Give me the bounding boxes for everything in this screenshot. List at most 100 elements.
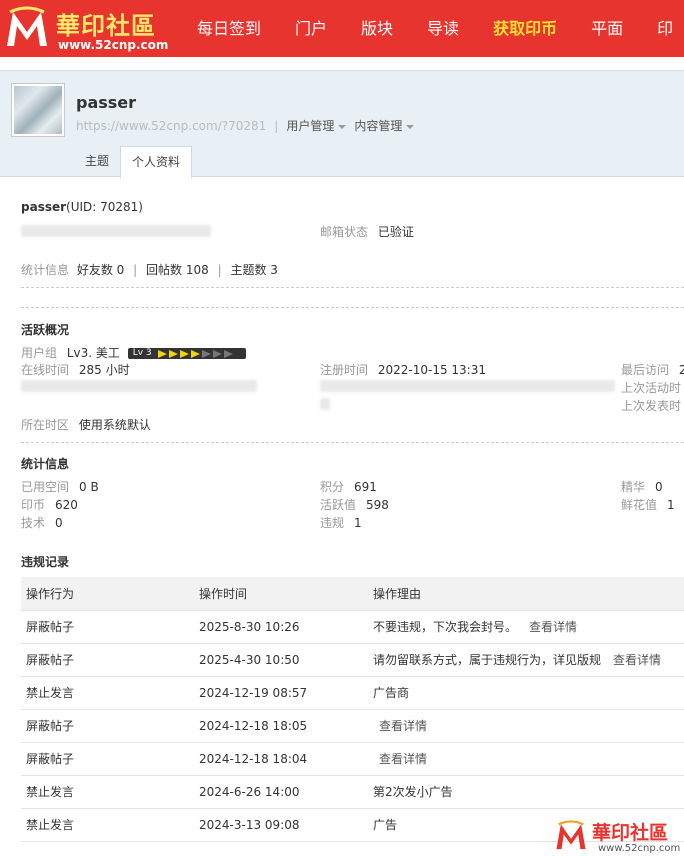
table-header-row: 操作行为 操作时间 操作理由 bbox=[21, 577, 684, 611]
group-label: 用户组 bbox=[21, 346, 58, 360]
group-value[interactable]: Lv3. 美工 bbox=[67, 346, 120, 360]
activeness-value: 598 bbox=[366, 498, 389, 512]
info-uid: (UID: 70281) bbox=[66, 200, 143, 214]
violation-label: 违规 bbox=[320, 516, 345, 530]
email-status-label: 邮箱状态 bbox=[320, 225, 369, 239]
redacted-field bbox=[21, 380, 257, 392]
row-reason: 请勿留联系方式，属于违规行为，详见版规 bbox=[373, 653, 602, 667]
m-logo-icon bbox=[7, 6, 47, 46]
divider bbox=[21, 287, 684, 288]
info-stats: 统计信息 好友数 0 | 回帖数 108 | 主题数 3 bbox=[21, 261, 278, 278]
points-label: 积分 bbox=[320, 480, 345, 494]
nav-item[interactable]: 平面 bbox=[574, 0, 640, 57]
row-reason: 广告商 bbox=[373, 686, 410, 700]
header-reason: 操作理由 bbox=[369, 577, 684, 611]
divider bbox=[21, 307, 684, 308]
user-manage-label: 用户管理 bbox=[286, 119, 335, 133]
threads-count[interactable]: 主题数 3 bbox=[230, 263, 277, 277]
view-detail-link[interactable]: 查看详情 bbox=[529, 620, 577, 634]
table-row: 屏蔽帖子 2024-12-18 18:04 查看详情 bbox=[21, 742, 684, 776]
row-time: 2025-8-30 10:26 bbox=[195, 610, 369, 644]
avatar-image bbox=[14, 86, 62, 134]
content-manage-label: 内容管理 bbox=[354, 119, 403, 133]
skill-label: 技术 bbox=[21, 516, 46, 530]
last-post-label: 上次发表时 bbox=[621, 399, 682, 413]
logo-text: 華印社區 bbox=[56, 11, 156, 40]
redacted-field bbox=[320, 398, 330, 410]
nav-item[interactable]: 获取印币 bbox=[476, 0, 574, 57]
chevron-icon bbox=[157, 350, 167, 358]
online-value: 285 小时 bbox=[78, 363, 130, 377]
activeness-label: 活跃值 bbox=[320, 498, 357, 512]
redacted-field bbox=[320, 380, 615, 392]
last-visit: 最后访问 2 bbox=[621, 361, 684, 378]
watermark-url: www.52cnp.com bbox=[598, 843, 681, 854]
separator: | bbox=[133, 263, 138, 277]
user-manage-menu[interactable]: 用户管理 bbox=[286, 117, 347, 134]
header-time: 操作时间 bbox=[195, 577, 369, 611]
timezone: 所在时区 使用系统默认 bbox=[21, 416, 151, 433]
row-time: 2024-12-18 18:04 bbox=[195, 742, 369, 776]
row-reason-cell: 不要违规，下次我会封号。 查看详情 bbox=[369, 610, 684, 644]
email-status: 邮箱状态 已验证 bbox=[320, 223, 414, 240]
row-time: 2024-12-18 18:05 bbox=[195, 709, 369, 743]
chevron-icon bbox=[179, 350, 189, 358]
email-status-value: 已验证 bbox=[377, 225, 414, 239]
row-action: 屏蔽帖子 bbox=[21, 643, 195, 677]
register-time: 注册时间 2022-10-15 13:31 bbox=[320, 361, 486, 378]
info-username: passer bbox=[21, 200, 67, 214]
space-value: 0 B bbox=[79, 480, 99, 494]
last-active-label: 上次活动时 bbox=[621, 381, 682, 395]
row-action: 屏蔽帖子 bbox=[21, 742, 195, 776]
row-time: 2024-3-13 09:08 bbox=[195, 808, 369, 842]
site-logo[interactable]: 華印社區 www.52cnp.com bbox=[4, 4, 174, 54]
register-label: 注册时间 bbox=[320, 363, 369, 377]
stats-label: 统计信息 bbox=[21, 263, 70, 277]
tab-threads[interactable]: 主题 bbox=[74, 146, 120, 178]
stat-activeness: 活跃值 598 bbox=[320, 496, 389, 513]
nav-item[interactable]: 每日签到 bbox=[180, 0, 278, 57]
row-time: 2025-4-30 10:50 bbox=[195, 643, 369, 677]
row-reason-cell: 请勿留联系方式，属于违规行为，详见版规 查看详情 bbox=[369, 643, 684, 677]
row-reason-cell: 查看详情 bbox=[369, 709, 684, 743]
profile-url[interactable]: https://www.52cnp.com/?70281 bbox=[76, 119, 266, 133]
stats-title: 统计信息 bbox=[21, 457, 70, 471]
avatar[interactable] bbox=[11, 83, 65, 137]
profile-username[interactable]: passer bbox=[76, 93, 136, 112]
flowers-label: 鲜花值 bbox=[621, 498, 658, 512]
stat-essence: 精华 0 bbox=[621, 478, 663, 495]
view-detail-link[interactable]: 查看详情 bbox=[379, 752, 427, 766]
row-time: 2024-6-26 14:00 bbox=[195, 775, 369, 809]
nav-item[interactable]: 版块 bbox=[344, 0, 410, 57]
view-detail-link[interactable]: 查看详情 bbox=[379, 719, 427, 733]
stat-skill: 技术 0 bbox=[21, 514, 63, 531]
space-label: 已用空间 bbox=[21, 480, 70, 494]
last-visit-value: 2 bbox=[678, 363, 684, 377]
coins-value: 620 bbox=[55, 498, 78, 512]
nav-item[interactable]: 门户 bbox=[278, 0, 344, 57]
online-time: 在线时间 285 小时 bbox=[21, 361, 130, 378]
tab-profile[interactable]: 个人资料 bbox=[120, 146, 193, 179]
last-visit-label: 最后访问 bbox=[621, 363, 670, 377]
view-detail-link[interactable]: 查看详情 bbox=[613, 653, 661, 667]
profile-header: passer https://www.52cnp.com/?70281 | 用户… bbox=[0, 70, 684, 179]
redacted-field bbox=[21, 225, 211, 237]
chevron-icon bbox=[212, 350, 222, 358]
nav-item[interactable]: 印 bbox=[640, 0, 684, 57]
content-manage-menu[interactable]: 内容管理 bbox=[354, 117, 415, 134]
profile-content: passer(UID: 70281) 邮箱状态 已验证 统计信息 好友数 0 |… bbox=[0, 177, 684, 856]
caret-down-icon bbox=[338, 124, 347, 129]
table-row: 屏蔽帖子 2025-8-30 10:26 不要违规，下次我会封号。 查看详情 bbox=[21, 610, 684, 644]
row-reason: 广告 bbox=[373, 818, 398, 832]
friends-count[interactable]: 好友数 0 bbox=[77, 263, 124, 277]
table-row: 禁止发言 2024-6-26 14:00 第2次发小广告 bbox=[21, 775, 684, 809]
replies-count[interactable]: 回帖数 108 bbox=[146, 263, 209, 277]
violations-table: 操作行为 操作时间 操作理由 屏蔽帖子 2025-8-30 10:26 不要违规，下… bbox=[21, 577, 684, 842]
row-reason: 不要违规，下次我会封号。 bbox=[373, 620, 518, 634]
essence-value: 0 bbox=[655, 480, 663, 494]
level-progress-bar: Lv 3 bbox=[127, 348, 246, 359]
separator: | bbox=[274, 118, 279, 133]
nav-item[interactable]: 导读 bbox=[410, 0, 476, 57]
watermark: 華印社區 www.52cnp.com bbox=[548, 818, 684, 856]
watermark-text: 華印社區 bbox=[592, 822, 669, 844]
